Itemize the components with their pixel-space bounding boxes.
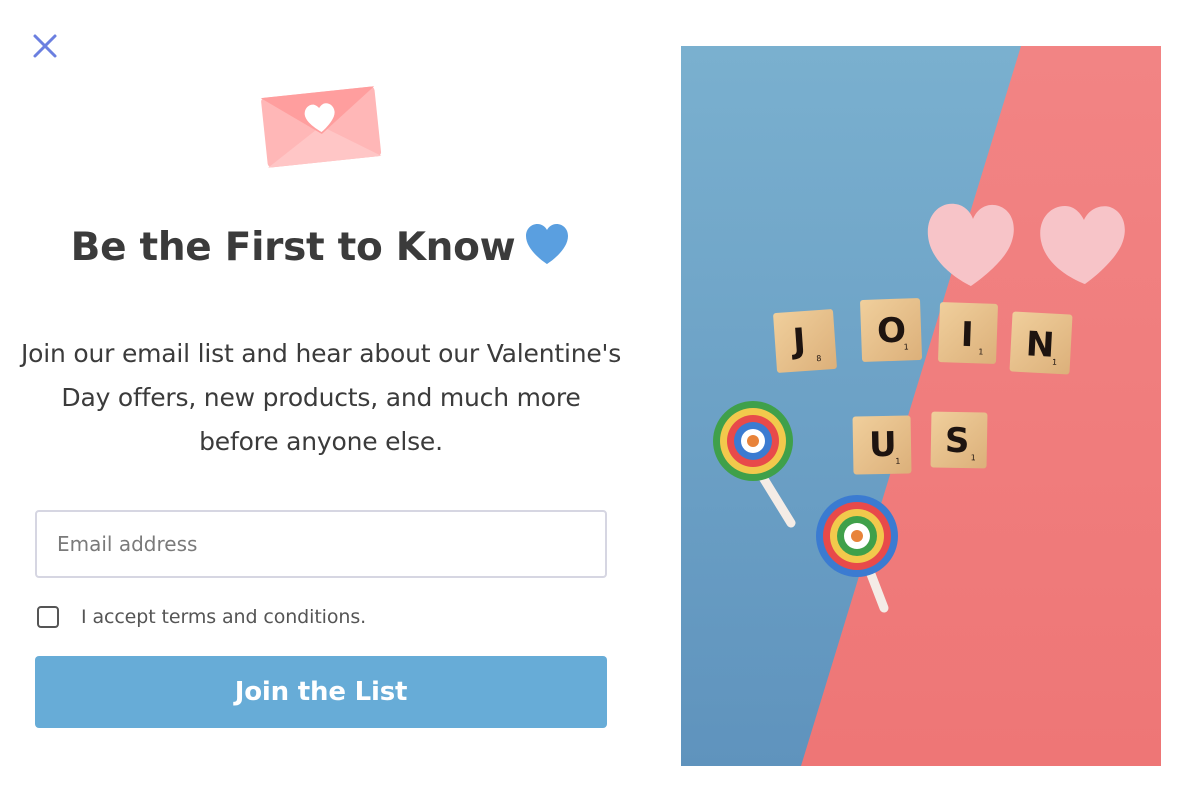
join-list-button[interactable]: Join the List — [35, 656, 607, 728]
close-icon[interactable] — [30, 31, 60, 61]
signup-popup: Be the First to Know Join our email list… — [0, 0, 1195, 811]
tile-letter-i: I — [960, 315, 974, 355]
tile-letter-u: U — [869, 425, 897, 465]
envelope-heart-icon — [258, 82, 384, 170]
tile-value-i: 1 — [978, 347, 983, 356]
blue-heart-icon — [523, 222, 571, 266]
tile-value-s: 1 — [971, 453, 976, 462]
tile-letter-o: O — [876, 310, 906, 351]
email-field[interactable] — [35, 510, 607, 578]
tile-value-o: 1 — [903, 342, 908, 351]
tile-value-n: 1 — [1052, 358, 1058, 367]
tile-letter-s: S — [945, 421, 970, 461]
tile-value-j: 8 — [816, 354, 822, 363]
terms-checkbox[interactable] — [37, 606, 59, 628]
hero-image: J 8 O 1 I 1 N 1 U 1 S 1 — [681, 46, 1161, 766]
close-button[interactable] — [30, 31, 60, 61]
title-text: Be the First to Know — [70, 225, 516, 270]
terms-label[interactable]: I accept terms and conditions. — [81, 606, 366, 628]
popup-description: Join our email list and hear about our V… — [20, 339, 622, 456]
popup-title: Be the First to Know — [0, 222, 642, 270]
terms-row: I accept terms and conditions. — [37, 602, 366, 632]
tile-value-u: 1 — [895, 457, 900, 466]
tile-letter-n: N — [1025, 324, 1056, 365]
